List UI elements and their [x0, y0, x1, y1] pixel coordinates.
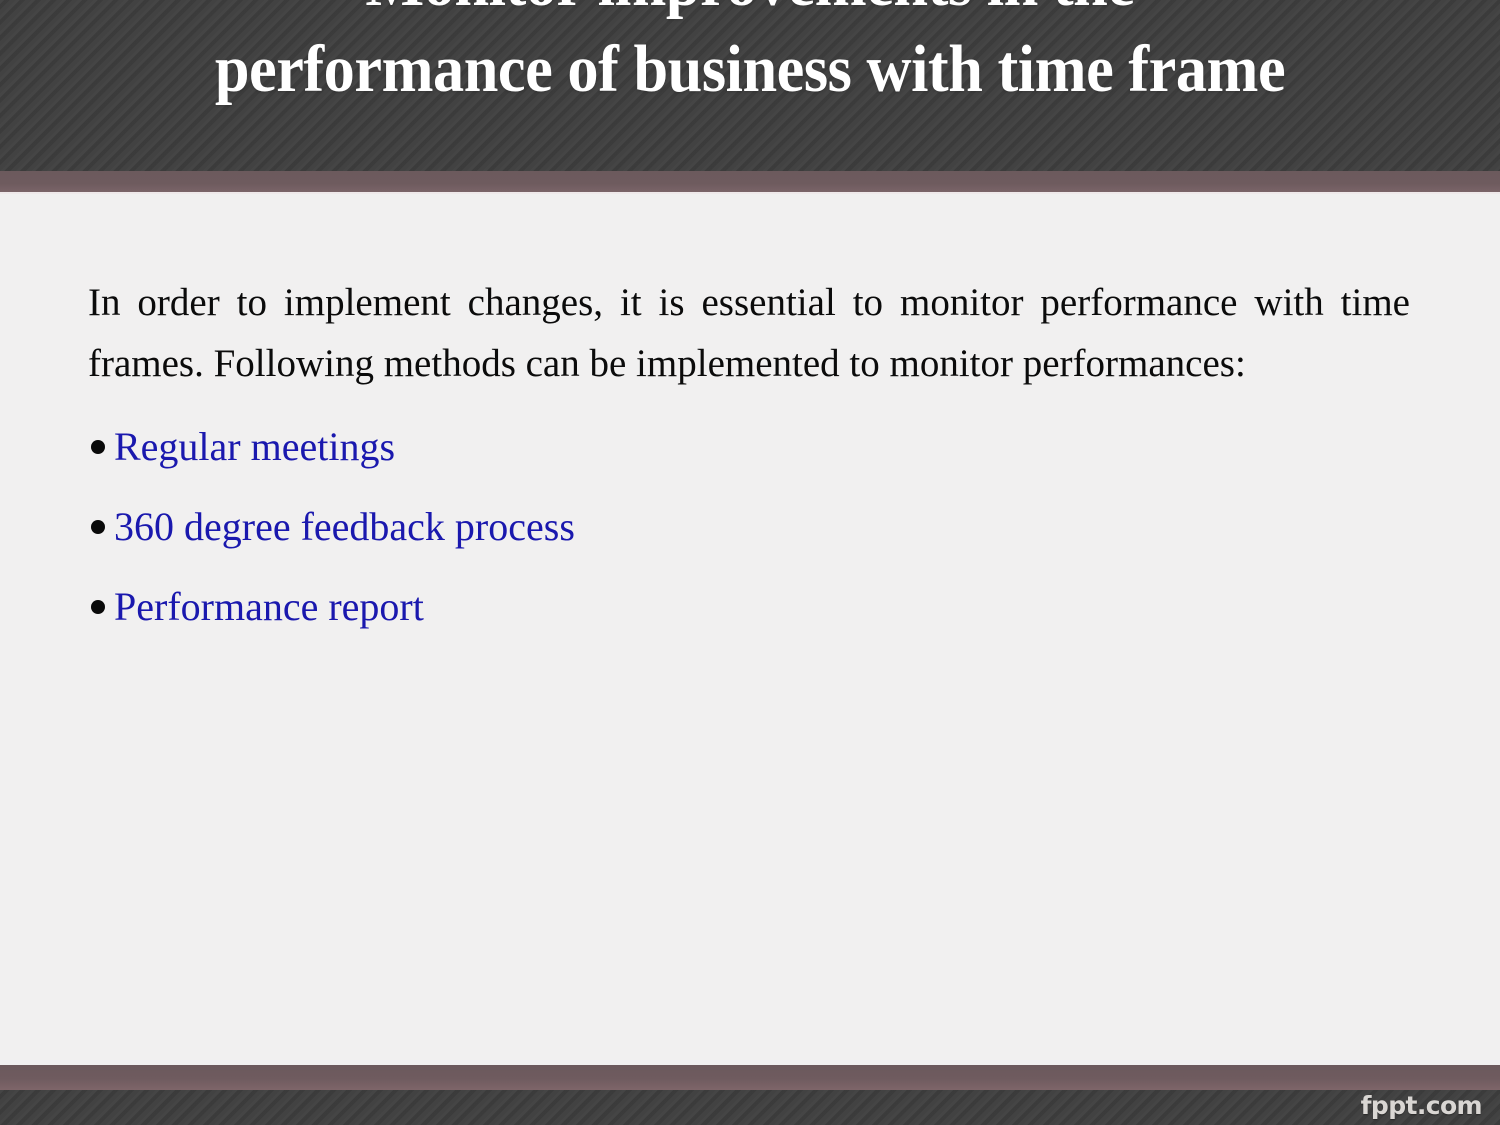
bullet-dot-icon: [91, 440, 105, 454]
methods-bullet-list: Regular meetings 360 degree feedback pro…: [88, 416, 1410, 638]
intro-paragraph: In order to implement changes, it is ess…: [88, 281, 1410, 385]
list-item: 360 degree feedback process: [88, 496, 1410, 558]
fppt-watermark: fppt.com: [1360, 1091, 1483, 1120]
top-band-hairline: [0, 192, 1500, 194]
bullet-dot-icon: [91, 520, 105, 534]
list-item-label: Performance report: [114, 584, 424, 629]
slide-body: In order to implement changes, it is ess…: [88, 272, 1410, 638]
top-mauve-accent-band: [0, 171, 1500, 192]
list-item: Performance report: [88, 576, 1410, 638]
top-dark-texture-band: [0, 0, 1500, 171]
list-item: Regular meetings: [88, 416, 1410, 478]
bottom-dark-texture-band: [0, 1090, 1500, 1125]
bottom-mauve-accent-band: [0, 1065, 1500, 1090]
bullet-dot-icon: [91, 600, 105, 614]
list-item-label: 360 degree feedback process: [114, 504, 575, 549]
list-item-label: Regular meetings: [114, 424, 396, 469]
presentation-slide: Monitor improvements in the performance …: [0, 0, 1500, 1125]
